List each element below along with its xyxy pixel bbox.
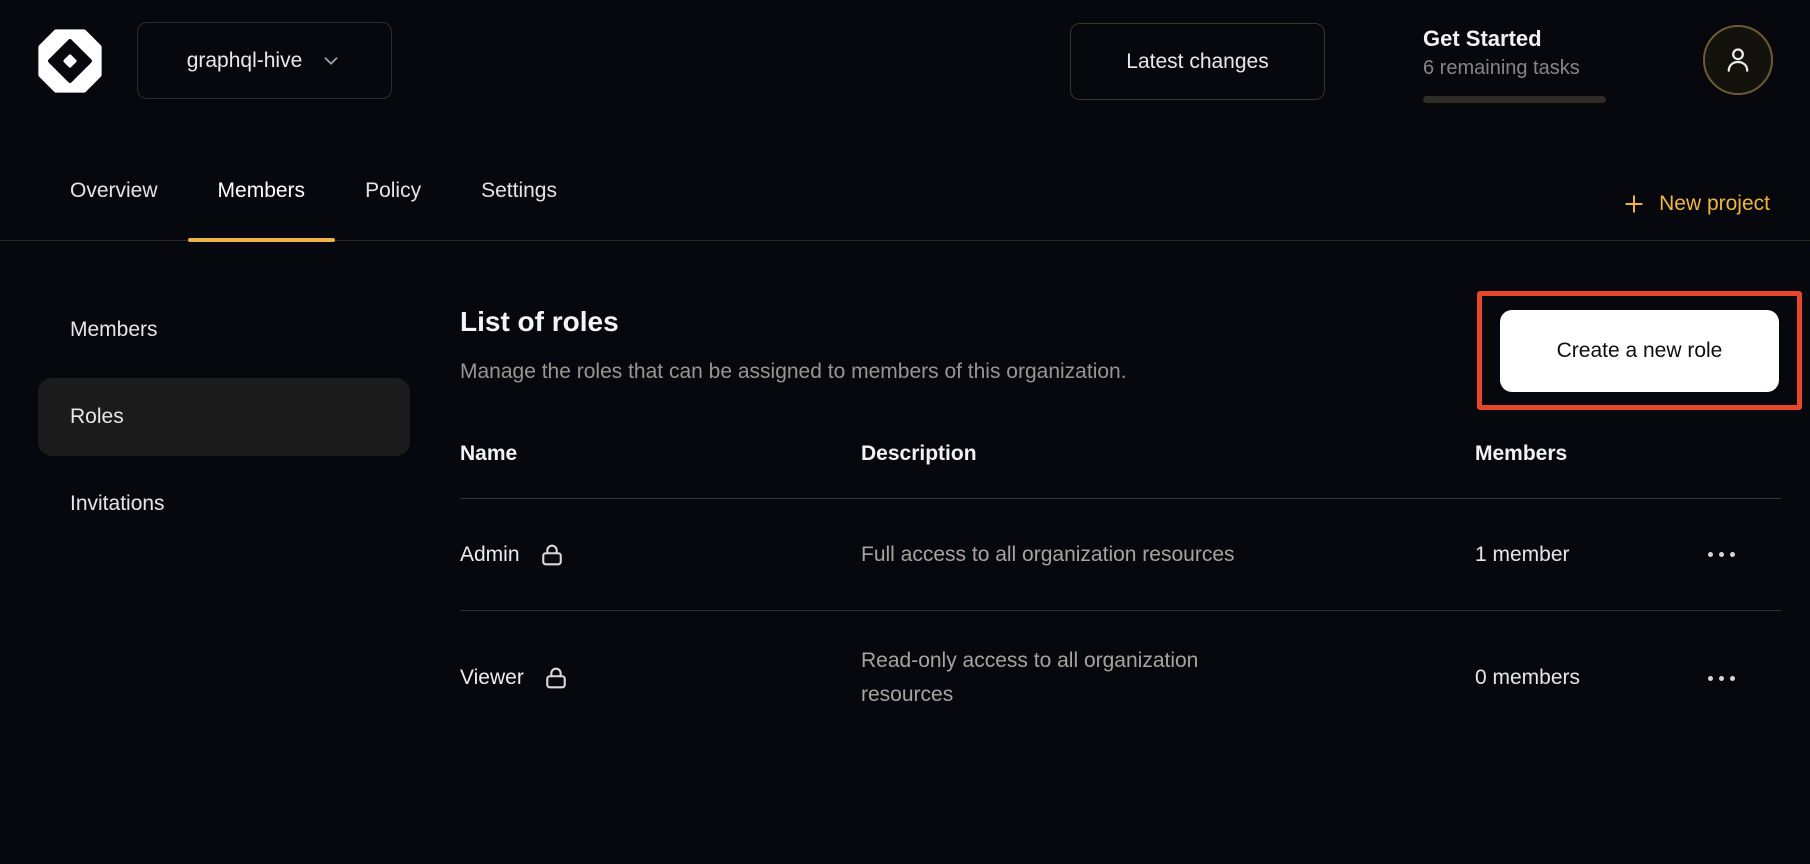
- tab-overview-label: Overview: [70, 179, 158, 203]
- sidebar-item-invitations-label: Invitations: [70, 492, 165, 516]
- get-started-title: Get Started: [1423, 24, 1606, 54]
- lock-icon: [542, 664, 570, 692]
- app-window: graphql-hive Latest changes Get Started …: [0, 0, 1810, 864]
- table-row-viewer: Viewer Read-only access to all organizat…: [460, 611, 1781, 745]
- role-name: Admin: [460, 543, 520, 567]
- column-header-members: Members: [1475, 430, 1661, 466]
- sidebar-item-invitations[interactable]: Invitations: [38, 465, 410, 543]
- lock-icon: [538, 541, 566, 569]
- annotation-highlight-box: Create a new role: [1477, 291, 1802, 410]
- get-started-remaining-tasks: 6 remaining tasks: [1423, 54, 1606, 82]
- sidebar-item-members[interactable]: Members: [38, 291, 410, 369]
- tab-overview[interactable]: Overview: [40, 140, 188, 241]
- tab-policy[interactable]: Policy: [335, 140, 451, 241]
- tab-settings-label: Settings: [481, 179, 557, 203]
- column-header-actions: [1661, 430, 1781, 442]
- plus-icon: [1623, 193, 1645, 215]
- latest-changes-button[interactable]: Latest changes: [1070, 23, 1325, 100]
- role-actions-button[interactable]: [1698, 542, 1745, 567]
- sidebar-item-roles[interactable]: Roles: [38, 378, 410, 456]
- ellipsis-icon: [1708, 552, 1713, 557]
- create-new-role-button[interactable]: Create a new role: [1500, 310, 1779, 392]
- get-started-widget[interactable]: Get Started 6 remaining tasks: [1423, 24, 1606, 103]
- user-icon: [1721, 43, 1755, 77]
- column-header-name: Name: [460, 430, 861, 466]
- role-actions-button[interactable]: [1698, 666, 1745, 691]
- new-project-button[interactable]: New project: [1623, 140, 1770, 241]
- get-started-progress-bar: [1423, 96, 1606, 103]
- tab-settings[interactable]: Settings: [451, 140, 587, 241]
- role-name-cell: Admin: [460, 541, 861, 569]
- latest-changes-label: Latest changes: [1126, 50, 1268, 74]
- sidebar-item-roles-label: Roles: [70, 405, 124, 429]
- table-row-admin: Admin Full access to all organization re…: [460, 499, 1781, 611]
- roles-table: Name Description Members Admin Full acce…: [460, 430, 1781, 745]
- sidebar-item-members-label: Members: [70, 318, 158, 342]
- tab-policy-label: Policy: [365, 179, 421, 203]
- organization-name: graphql-hive: [187, 49, 303, 73]
- tab-members-label: Members: [218, 179, 306, 203]
- chevron-down-icon: [320, 50, 342, 72]
- role-members-count: 1 member: [1475, 543, 1661, 567]
- role-description: Read-only access to all organization res…: [861, 644, 1261, 712]
- hive-logo-icon[interactable]: [37, 28, 103, 94]
- roles-table-header: Name Description Members: [460, 430, 1781, 499]
- org-tab-bar: Overview Members Policy Settings New pro…: [0, 140, 1810, 241]
- tab-members[interactable]: Members: [188, 140, 336, 241]
- role-description: Full access to all organization resource…: [861, 538, 1261, 572]
- page-title: List of roles: [460, 306, 619, 338]
- new-project-label: New project: [1659, 192, 1770, 216]
- ellipsis-icon: [1708, 676, 1713, 681]
- role-members-count: 0 members: [1475, 666, 1661, 690]
- organization-selector[interactable]: graphql-hive: [137, 22, 392, 99]
- page-subtitle: Manage the roles that can be assigned to…: [460, 360, 1127, 384]
- role-name-cell: Viewer: [460, 664, 861, 692]
- column-header-description: Description: [861, 430, 1475, 466]
- user-avatar-button[interactable]: [1703, 25, 1773, 95]
- members-sidebar: Members Roles Invitations: [38, 291, 410, 552]
- role-name: Viewer: [460, 666, 524, 690]
- org-tabs: Overview Members Policy Settings: [40, 140, 587, 241]
- active-tab-underline: [188, 238, 336, 242]
